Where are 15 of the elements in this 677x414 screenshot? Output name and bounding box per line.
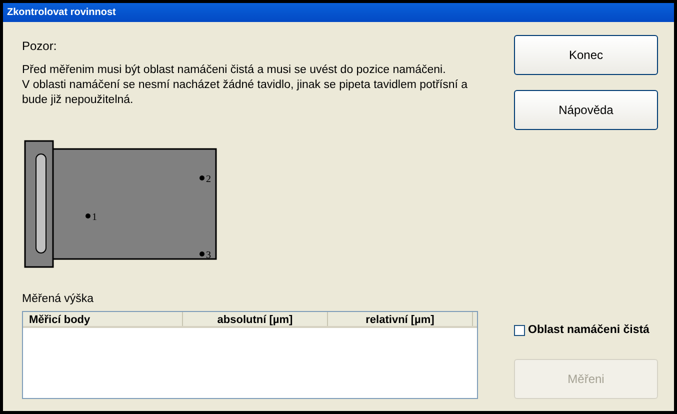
window-title: Zkontrolovat rovinnost [7,6,116,20]
help-button[interactable]: Nápověda [514,90,658,130]
end-button[interactable]: Konec [514,35,658,75]
checkbox[interactable] [514,325,525,336]
measuring-point: 1 [86,212,97,223]
column-header[interactable]: relativní [µm] [328,312,473,326]
warning-text: Před měřenim musi být oblast namáčeni čistá a musi se uvést do pozice namáčeni. [22,63,447,78]
measured-label: Měřená výška [22,292,95,307]
clean-checkbox[interactable]: Oblast namáčeni čistá [514,322,658,340]
column-header[interactable]: Měřicí body [23,312,183,326]
warning-text: V oblasti namáčení se nesmí nacházet žádné tavidlo, jinak se pipeta tavidlem potřísní a bude již nepoužitelná. [22,78,469,108]
measuring-point: 3 [200,250,211,261]
warning-heading: Pozor: [22,38,58,55]
column-header[interactable]: absolutní [µm] [183,312,328,326]
measuring-point: 2 [200,174,211,185]
